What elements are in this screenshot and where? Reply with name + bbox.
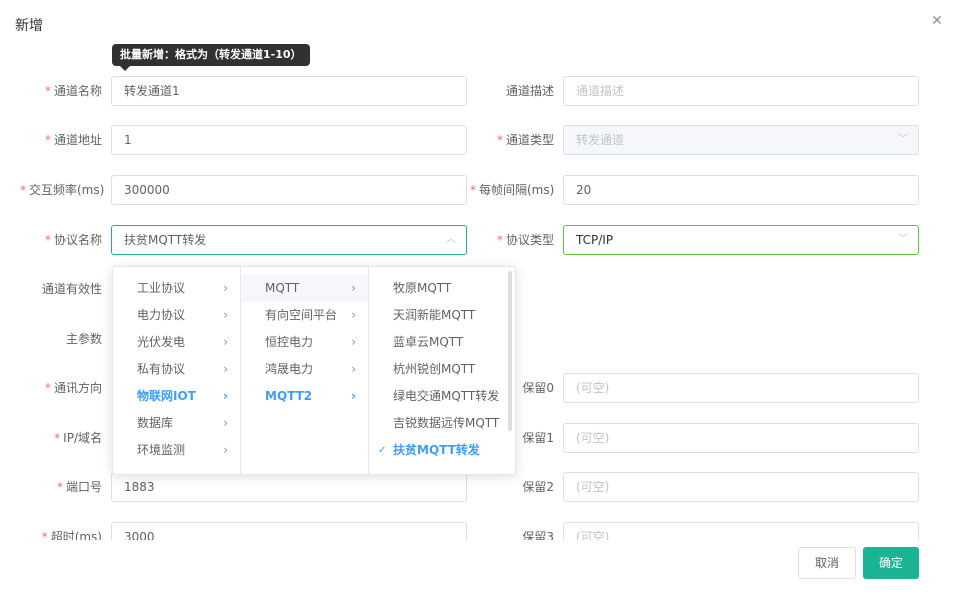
protocol-type-label: * 协议类型 xyxy=(496,233,554,247)
cascader-option[interactable]: 鸿晟电力 › xyxy=(241,356,368,383)
interact-freq-label: * 交互频率(ms) xyxy=(20,183,105,197)
protocol-cascader-panel: 工业协议 › 电力协议 › 光伏发电 › 私有协议 › 物联网IOT › 数据库 › 环境监… xyxy=(112,266,516,475)
cascader-option-active[interactable]: 物联网IOT › xyxy=(113,383,240,410)
channel-desc-input[interactable]: 通道描述 xyxy=(563,76,919,106)
chevron-right-icon: › xyxy=(351,389,356,403)
cascader-menu-category: 工业协议 › 电力协议 › 光伏发电 › 私有协议 › 物联网IOT › 数据库 › 环境监… xyxy=(113,267,241,474)
reserve2-input[interactable]: (可空) xyxy=(563,472,919,502)
cascader-option[interactable]: 恒控电力 › xyxy=(241,329,368,356)
cascader-option[interactable]: 私有协议 › xyxy=(113,356,240,383)
reserve0-input[interactable]: (可空) xyxy=(563,373,919,403)
cascader-option[interactable]: 工业协议 › xyxy=(113,275,240,302)
batch-add-tooltip: 批量新增：格式为（转发通道1-10） xyxy=(112,44,310,71)
chevron-right-icon: › xyxy=(223,335,228,349)
cascader-option[interactable]: 环境监测 › xyxy=(113,437,240,464)
cascader-option[interactable]: 吉锐数据远传MQTT xyxy=(369,410,515,437)
chevron-right-icon: › xyxy=(223,362,228,376)
timeout-input[interactable]: 3000 xyxy=(111,522,467,540)
channel-desc-label: 通道描述 xyxy=(505,84,554,98)
comm-dir-label: * 通讯方向 xyxy=(44,381,102,395)
reserve3-input[interactable]: (可空) xyxy=(563,522,919,540)
port-label: * 端口号 xyxy=(56,480,102,494)
port-input[interactable]: 1883 xyxy=(111,472,467,502)
add-dialog: 新增 ✕ * 通道名称 转发通道1 通道描述 通道描述 * 通道地址 1 * 通道类型… xyxy=(0,0,956,594)
cascader-option[interactable]: 有向空间平台 › xyxy=(241,302,368,329)
confirm-button[interactable]: 确定 xyxy=(863,547,919,579)
channel-addr-input[interactable]: 1 xyxy=(111,125,467,155)
ip-domain-label: * IP/域名 xyxy=(54,431,102,445)
channel-addr-label: * 通道地址 xyxy=(44,133,102,147)
chevron-right-icon: › xyxy=(223,443,228,457)
chevron-down-icon: ﹀ xyxy=(898,234,908,245)
protocol-name-cascader[interactable]: 扶贫MQTT转发 ︿ xyxy=(111,225,467,255)
cascader-option[interactable]: 天润新能MQTT xyxy=(369,302,515,329)
cancel-button[interactable]: 取消 xyxy=(798,547,856,579)
cascader-menu-subcategory: MQTT › 有向空间平台 › 恒控电力 › 鸿晟电力 › MQTT2 › xyxy=(241,267,369,474)
reserve2-label: 保留2 xyxy=(522,480,554,494)
channel-type-value: 转发通道 xyxy=(576,133,625,147)
cascader-option[interactable]: MQTT › xyxy=(241,275,368,302)
cascader-option[interactable]: 杭州锐创MQTT xyxy=(369,356,515,383)
cascader-option[interactable]: 数据库 › xyxy=(113,410,240,437)
cascader-option[interactable]: 牧原MQTT xyxy=(369,275,515,302)
chevron-right-icon: › xyxy=(223,389,228,403)
channel-type-label: * 通道类型 xyxy=(496,133,554,147)
cascader-option[interactable]: 绿电交通MQTT转发 xyxy=(369,383,515,410)
channel-name-input[interactable]: 转发通道1 xyxy=(111,76,467,106)
cascader-option[interactable]: 光伏发电 › xyxy=(113,329,240,356)
cascader-option-active[interactable]: MQTT2 › xyxy=(241,383,368,410)
frame-interval-label: * 每帧间隔(ms) xyxy=(470,183,555,197)
interact-freq-input[interactable]: 300000 xyxy=(111,175,467,205)
cascader-scrollbar[interactable] xyxy=(508,271,512,431)
cascader-option-selected[interactable]: ✓ 扶贫MQTT转发 xyxy=(369,437,515,464)
reserve1-input[interactable]: (可空) xyxy=(563,423,919,453)
protocol-name-label: * 协议名称 xyxy=(44,233,102,247)
chevron-down-icon: ﹀ xyxy=(898,134,908,145)
channel-valid-label: 通道有效性 xyxy=(41,282,102,296)
chevron-right-icon: › xyxy=(351,335,356,349)
cascader-option[interactable]: 蓝卓云MQTT xyxy=(369,329,515,356)
channel-type-select: 转发通道 ﹀ xyxy=(563,125,919,155)
main-param-label: 主参数 xyxy=(65,332,102,346)
check-icon: ✓ xyxy=(378,445,387,456)
protocol-name-value: 扶贫MQTT转发 xyxy=(124,233,207,247)
reserve3-label: 保留3 xyxy=(522,530,554,540)
cascader-menu-protocol: 牧原MQTT 天润新能MQTT 蓝卓云MQTT 杭州锐创MQTT 绿电交通MQT… xyxy=(369,267,515,474)
protocol-type-select[interactable]: TCP/IP ﹀ xyxy=(563,225,919,255)
chevron-right-icon: › xyxy=(351,308,356,322)
timeout-label: * 超时(ms) xyxy=(41,530,102,540)
chevron-right-icon: › xyxy=(351,281,356,295)
chevron-right-icon: › xyxy=(223,308,228,322)
frame-interval-input[interactable]: 20 xyxy=(563,175,919,205)
chevron-right-icon: › xyxy=(351,362,356,376)
protocol-type-value: TCP/IP xyxy=(576,233,614,247)
chevron-up-icon: ︿ xyxy=(446,234,456,245)
cascader-option[interactable]: 电力协议 › xyxy=(113,302,240,329)
channel-name-label: * 通道名称 xyxy=(44,84,102,98)
chevron-right-icon: › xyxy=(223,281,228,295)
chevron-right-icon: › xyxy=(223,416,228,430)
